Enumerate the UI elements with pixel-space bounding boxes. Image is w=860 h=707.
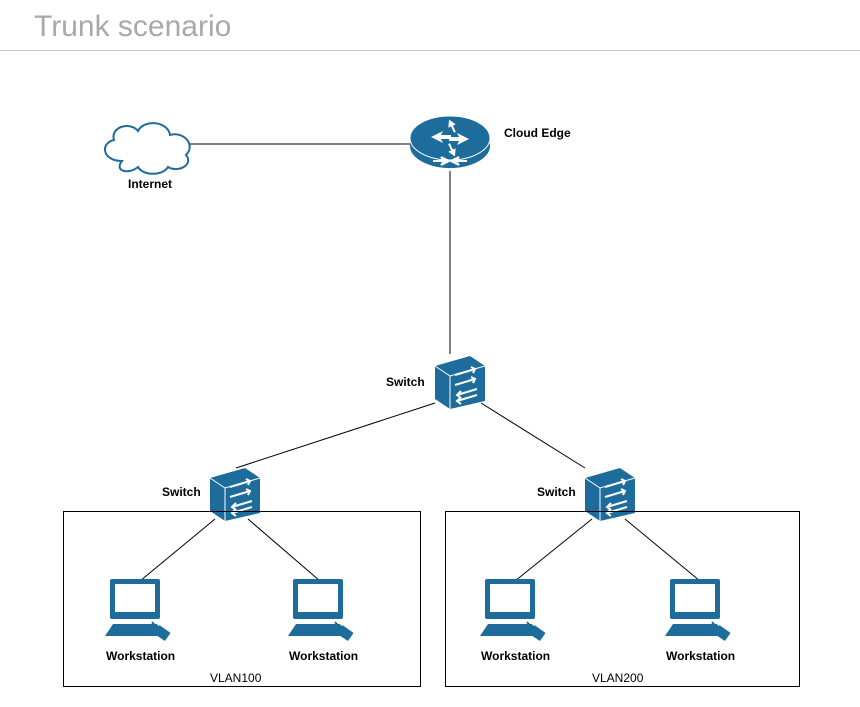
switch-left-label: Switch [162,485,201,499]
cloud-edge-label: Cloud Edge [504,126,571,140]
switch-top-label: Switch [386,375,425,389]
router-icon [405,111,495,181]
switch-right-label: Switch [537,485,576,499]
cloud-icon [92,111,212,181]
vlan-right-label: VLAN200 [592,671,643,685]
diagram-canvas: Internet Cloud Edge Switch Switch Switch… [0,51,860,707]
page-title: Trunk scenario [34,10,231,44]
vlan-left-label: VLAN100 [210,671,261,685]
vlan-right-group [445,511,800,687]
switch-icon [425,351,495,411]
vlan-left-group [63,511,421,687]
internet-label: Internet [128,177,172,191]
